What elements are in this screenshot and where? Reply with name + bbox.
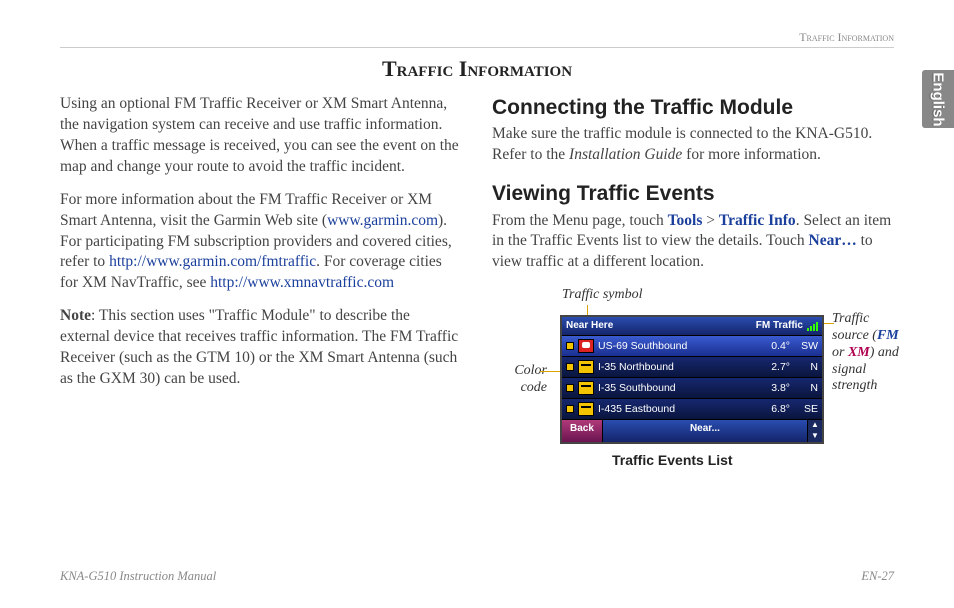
intro-paragraph: Using an optional FM Traffic Receiver or…	[60, 94, 462, 178]
installation-guide-ref: Installation Guide	[569, 146, 682, 163]
distance: 6.8°	[771, 402, 790, 416]
scroll-down-icon: ▼	[811, 431, 819, 442]
direction: SE	[794, 402, 818, 416]
footer-manual-name: KNA-G510 Instruction Manual	[60, 569, 216, 584]
language-tab: English	[922, 70, 954, 128]
note-label: Note	[60, 307, 91, 324]
distance: 3.8°	[771, 381, 790, 395]
page-title: Traffic Information	[60, 56, 894, 82]
traffic-row[interactable]: I-435 Eastbound 6.8° SE	[562, 398, 822, 419]
title-fm-traffic: FM Traffic	[756, 319, 803, 333]
section-header: Traffic Information	[60, 30, 894, 48]
heading-connecting: Connecting the Traffic Module	[492, 94, 894, 122]
scroll-up-icon: ▲	[811, 420, 819, 431]
near-ref: Near…	[809, 232, 857, 249]
color-code-icon	[566, 342, 574, 350]
traffic-row[interactable]: I-35 Northbound 2.7° N	[562, 356, 822, 377]
callout-traffic-symbol: Traffic symbol	[562, 287, 643, 304]
traffic-symbol-icon	[578, 339, 594, 353]
fmtraffic-link[interactable]: http://www.garmin.com/fmtraffic	[109, 253, 316, 270]
road-name: US-69 Southbound	[598, 339, 687, 353]
color-code-icon	[566, 384, 574, 392]
road-name: I-435 Eastbound	[598, 402, 675, 416]
left-column: Using an optional FM Traffic Receiver or…	[60, 94, 462, 481]
road-name: I-35 Southbound	[598, 381, 676, 395]
device-titlebar: Near Here FM Traffic	[562, 317, 822, 335]
callout-color-code: Color code	[492, 363, 547, 397]
device-screenshot: Near Here FM Traffic US-69 Southbound 0.…	[560, 315, 824, 444]
language-tab-label: English	[930, 72, 947, 126]
more-info-paragraph: For more information about the FM Traffi…	[60, 190, 462, 295]
road-name: I-35 Northbound	[598, 360, 674, 374]
traffic-symbol-icon	[578, 402, 594, 416]
right-column: Connecting the Traffic Module Make sure …	[492, 94, 894, 481]
device-footer: Back Near... ▲ ▼	[562, 419, 822, 442]
tools-ref: Tools	[668, 212, 703, 229]
xm-label: XM	[848, 345, 870, 360]
traffic-row[interactable]: I-35 Southbound 3.8° N	[562, 377, 822, 398]
distance: 0.4°	[771, 339, 790, 353]
signal-strength-icon	[807, 322, 818, 331]
heading-viewing: Viewing Traffic Events	[492, 180, 894, 208]
traffic-info-ref: Traffic Info	[719, 212, 796, 229]
fm-label: FM	[877, 328, 899, 343]
color-code-icon	[566, 363, 574, 371]
back-button[interactable]: Back	[562, 420, 603, 442]
traffic-row[interactable]: US-69 Southbound 0.4° SW	[562, 335, 822, 356]
garmin-link[interactable]: www.garmin.com	[327, 212, 438, 229]
direction: N	[794, 360, 818, 374]
xmnavtraffic-link[interactable]: http://www.xmnavtraffic.com	[210, 274, 394, 291]
color-code-icon	[566, 405, 574, 413]
traffic-symbol-icon	[578, 360, 594, 374]
traffic-symbol-icon	[578, 381, 594, 395]
figure-wrap: Traffic symbol Color code Traffic source…	[492, 291, 894, 481]
viewing-paragraph: From the Menu page, touch Tools > Traffi…	[492, 211, 894, 274]
near-button[interactable]: Near...	[603, 420, 808, 442]
figure-caption: Traffic Events List	[612, 451, 733, 470]
callout-traffic-source: Traffic source (FM or XM) and signal str…	[832, 311, 902, 395]
direction: SW	[794, 339, 818, 353]
scrollbar[interactable]: ▲ ▼	[808, 420, 822, 442]
connecting-paragraph: Make sure the traffic module is connecte…	[492, 124, 894, 166]
note-paragraph: Note: This section uses "Traffic Module"…	[60, 306, 462, 390]
distance: 2.7°	[771, 360, 790, 374]
footer-page-number: EN-27	[861, 569, 894, 584]
direction: N	[794, 381, 818, 395]
title-near-here: Near Here	[566, 319, 613, 333]
